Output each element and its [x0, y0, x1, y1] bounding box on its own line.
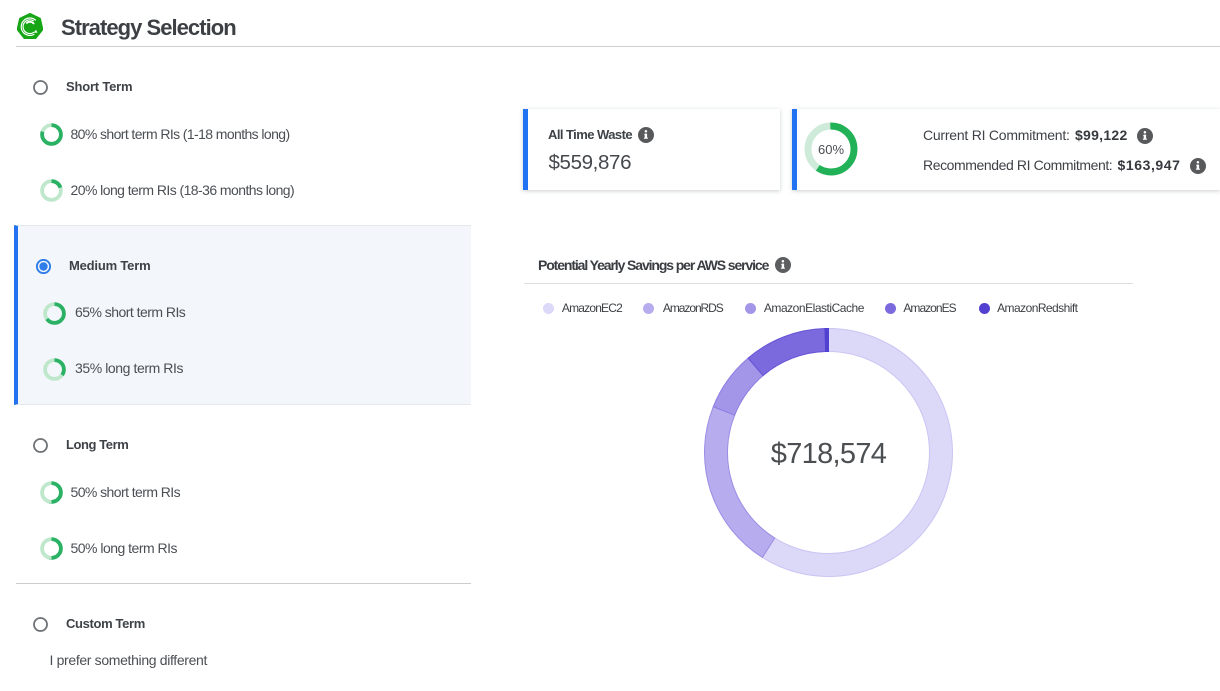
- svg-text:60%: 60%: [818, 142, 844, 157]
